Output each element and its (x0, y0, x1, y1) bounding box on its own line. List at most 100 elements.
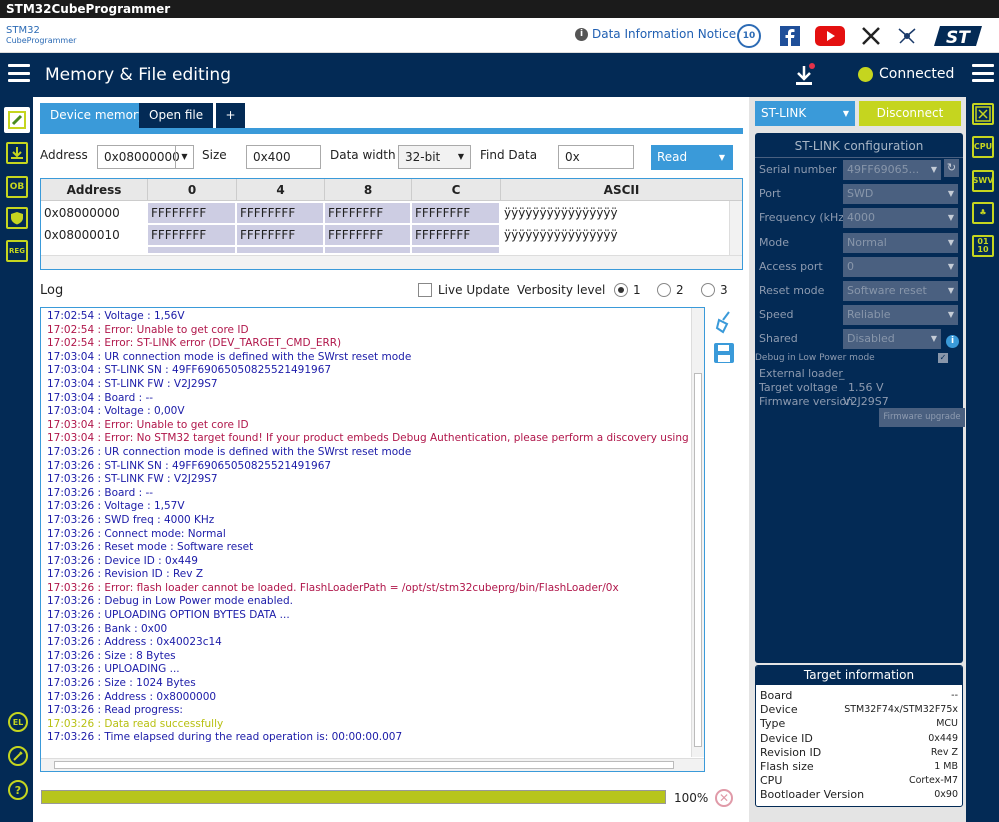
clover-icon[interactable]: ♣ (972, 202, 994, 224)
tab-device-memory[interactable]: Device memory (40, 103, 155, 128)
tab-open-file[interactable]: Open file (139, 103, 214, 128)
shared-info-icon[interactable]: i (946, 335, 959, 348)
cell-value[interactable]: FFFFFFFF (148, 225, 236, 245)
log-line: 17:03:26 : Data read successfully (47, 717, 224, 730)
address-label: Address (40, 148, 88, 162)
memory-grid: Address 0 4 8 C ASCII 0x08000000 FFFFFFF… (40, 178, 743, 270)
config-field-value: 49FF69065... (847, 163, 920, 176)
tab-underline (40, 128, 743, 134)
device-view-icon[interactable] (972, 103, 994, 125)
log-line: 17:03:04 : Voltage : 0,00V (47, 405, 185, 418)
address-chevron-down-icon[interactable]: ▼ (175, 146, 193, 168)
config-field-select[interactable]: Disabled ▼ (843, 329, 941, 350)
cell-value[interactable]: FFFFFFFF (237, 225, 324, 245)
cell-value[interactable]: FFFFFFFF (412, 203, 500, 223)
youtube-icon[interactable] (815, 24, 845, 48)
firmware-version-value: V2J29S7 (843, 395, 889, 408)
log-line: 17:03:04 : ST-LINK SN : 49FF690650508255… (47, 364, 332, 377)
log-scroll-thumb[interactable] (694, 373, 702, 747)
page-title: Memory & File editing (45, 65, 231, 85)
option-bytes-icon[interactable]: OB (6, 176, 28, 198)
config-field-select[interactable]: SWD ▼ (843, 184, 958, 205)
data-width-select[interactable]: 32-bit ▼ (398, 145, 471, 169)
anniversary-badge-icon[interactable]: 10 (737, 24, 761, 48)
log-vertical-scrollbar[interactable] (691, 308, 704, 757)
erase-program-icon[interactable] (6, 142, 28, 164)
progress-fill (42, 791, 665, 803)
verbosity-radio-1[interactable] (614, 283, 628, 297)
external-loader-label: External loader (759, 367, 843, 380)
verbosity-radio-3[interactable] (701, 283, 715, 297)
disconnect-button[interactable]: Disconnect (859, 101, 961, 126)
st-logo-icon: ST (932, 24, 984, 48)
read-chevron-down-icon[interactable]: ▼ (719, 145, 725, 170)
target-info-value: STM32F74x/STM32F75x (844, 704, 958, 716)
target-info-row: Revision ID Rev Z (760, 746, 958, 760)
cell-value[interactable]: FFFFFFFF (325, 225, 411, 245)
cell-value[interactable]: FFFFFFFF (325, 203, 411, 223)
size-input[interactable]: 0x400 (246, 145, 321, 169)
config-field-select[interactable]: 4000 ▼ (843, 208, 958, 229)
config-divider (755, 157, 963, 158)
download-icon[interactable] (793, 63, 815, 87)
svg-text:ST: ST (946, 28, 971, 48)
target-info-row: Device ID 0x449 (760, 732, 958, 746)
address-input[interactable]: 0x08000000 ▼ (97, 145, 194, 169)
help-label: ? (14, 783, 22, 797)
live-update-checkbox[interactable] (418, 283, 432, 297)
config-field-select[interactable]: Reliable ▼ (843, 305, 958, 326)
app-logo: STM32 CubeProgrammer (6, 26, 76, 48)
security-shield-icon[interactable] (6, 207, 28, 229)
registers-icon[interactable]: REG (6, 240, 28, 262)
debug-low-power-checkbox[interactable]: ✓ (938, 353, 948, 363)
connection-status: Connected (858, 66, 954, 82)
cell-ascii[interactable]: ÿÿÿÿÿÿÿÿÿÿÿÿÿÿÿÿ (501, 225, 727, 245)
chevron-down-icon: ▼ (947, 189, 954, 199)
col-header-8: 8 (325, 179, 412, 201)
help-icon[interactable]: ? (8, 780, 28, 800)
log-hscroll-thumb[interactable] (54, 761, 674, 769)
log-horizontal-scrollbar[interactable] (41, 758, 704, 771)
cpu-icon[interactable]: CPU (972, 136, 994, 158)
config-field-select[interactable]: Normal ▼ (843, 232, 958, 253)
target-info-key: Device ID (760, 731, 813, 745)
cell-value[interactable]: FFFFFFFF (237, 203, 324, 223)
find-data-input[interactable]: 0x (558, 145, 634, 169)
verbosity-radio-2[interactable] (657, 283, 671, 297)
cell-value[interactable]: FFFFFFFF (412, 225, 500, 245)
target-info-value: 1 MB (934, 761, 958, 772)
cpu-label: CPU (973, 142, 993, 151)
cell-value[interactable]: FFFFFFFF (148, 203, 236, 223)
config-field-select[interactable]: 0 ▼ (843, 256, 958, 277)
external-loader-icon[interactable]: EL (8, 712, 28, 732)
memory-edit-icon[interactable] (4, 107, 30, 133)
tab-add[interactable]: + (216, 103, 245, 128)
read-button[interactable]: Read ▼ (651, 145, 733, 170)
log-panel[interactable]: 17:02:54 : Voltage : 1,56V 17:02:54 : Err… (40, 307, 705, 772)
clear-log-icon[interactable] (713, 310, 737, 334)
firmware-upgrade-button[interactable]: Firmware upgrade (879, 408, 965, 427)
config-field-select[interactable]: Software reset ▼ (843, 281, 958, 301)
grid-horizontal-scrollbar[interactable] (41, 255, 742, 269)
config-field-select[interactable]: 49FF69065... ▼ (843, 160, 941, 180)
swv-icon[interactable]: SWV (972, 170, 994, 192)
main-menu-icon[interactable] (8, 64, 30, 82)
network-icon[interactable] (895, 24, 919, 48)
data-notice-link[interactable]: i Data Information Notice (575, 27, 736, 41)
x-twitter-icon[interactable] (859, 24, 883, 48)
cancel-operation-icon[interactable]: ✕ (715, 789, 733, 807)
refresh-serial-icon[interactable]: ↻ (944, 159, 959, 177)
save-log-icon[interactable] (713, 342, 737, 366)
side-menu-icon[interactable] (972, 64, 994, 82)
target-voltage-label: Target voltage (759, 381, 838, 394)
data-width-label: Data width (330, 148, 396, 162)
interface-select[interactable]: ST-LINK ▼ (755, 101, 855, 126)
facebook-icon[interactable] (778, 24, 802, 48)
cell-ascii[interactable]: ÿÿÿÿÿÿÿÿÿÿÿÿÿÿÿÿ (501, 203, 727, 223)
target-info-key: CPU (760, 774, 783, 788)
grid-vertical-scrollbar[interactable] (729, 201, 742, 255)
target-info-key: Revision ID (760, 745, 822, 759)
binary-icon[interactable]: 01 10 (972, 235, 994, 257)
data-notice-text: Data Information Notice (592, 27, 737, 41)
settings-icon[interactable] (8, 746, 28, 766)
